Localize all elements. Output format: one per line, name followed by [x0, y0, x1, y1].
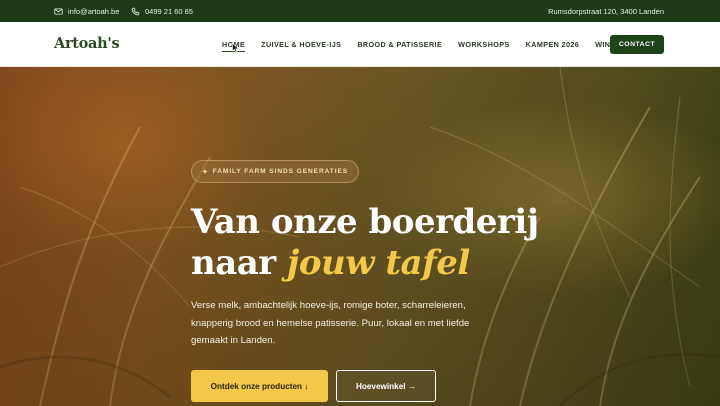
hero-subtext: Verse melk, ambachtelijk hoeve-ijs, romi… — [191, 300, 470, 346]
main-navbar: Artoah's HOME ZUIVEL & HOEVE-IJS BROOD &… — [0, 22, 720, 67]
nav-links: HOME ZUIVEL & HOEVE-IJS BROOD & PATISSER… — [222, 22, 642, 67]
headline-line-2-accent: jouw tafel — [287, 243, 470, 283]
topbar-phone[interactable]: 0499 21 60 65 — [131, 0, 193, 22]
nav-workshops[interactable]: WORKSHOPS — [458, 40, 510, 49]
hero-badge: ✦ FAMILY FARM SINDS GENERATIES — [191, 160, 359, 183]
headline-line-2-plain: naar — [191, 243, 276, 283]
hero-headline: Van onze boerderij naar jouw tafel — [191, 202, 539, 284]
mail-icon — [54, 7, 63, 15]
hero-section: ✦ FAMILY FARM SINDS GENERATIES Van onze … — [0, 67, 720, 406]
topbar-email[interactable]: info@artoah.be — [54, 0, 119, 22]
hero-badge-text: FAMILY FARM SINDS GENERATIES — [212, 168, 349, 175]
sparkle-icon: ✦ — [201, 168, 209, 176]
topbar-phone-text: 0499 21 60 65 — [145, 6, 193, 16]
headline-line-1: Van onze boerderij — [191, 202, 539, 242]
phone-icon — [131, 7, 140, 15]
top-info-bar: info@artoah.be 0499 21 60 65 Rumsdorpstr… — [0, 0, 720, 22]
nav-kampen-2026[interactable]: KAMPEN 2026 — [526, 40, 580, 49]
nav-brood-patisserie[interactable]: BROOD & PATISSERIE — [357, 40, 442, 49]
topbar-address-text: Rumsdorpstraat 120, 3400 Landen — [548, 6, 664, 16]
topbar-address: Rumsdorpstraat 120, 3400 Landen — [548, 0, 664, 22]
topbar-email-text: info@artoah.be — [68, 6, 120, 16]
site-logo[interactable]: Artoah's — [54, 35, 120, 52]
nav-zuivel-hoeve-ijs[interactable]: ZUIVEL & HOEVE-IJS — [261, 40, 341, 49]
cursor-icon — [232, 43, 240, 53]
discover-products-button[interactable]: Ontdek onze producten ↓ — [191, 370, 328, 402]
farm-shop-button[interactable]: Hoevewinkel → — [336, 370, 436, 402]
contact-button[interactable]: CONTACT — [610, 35, 664, 54]
